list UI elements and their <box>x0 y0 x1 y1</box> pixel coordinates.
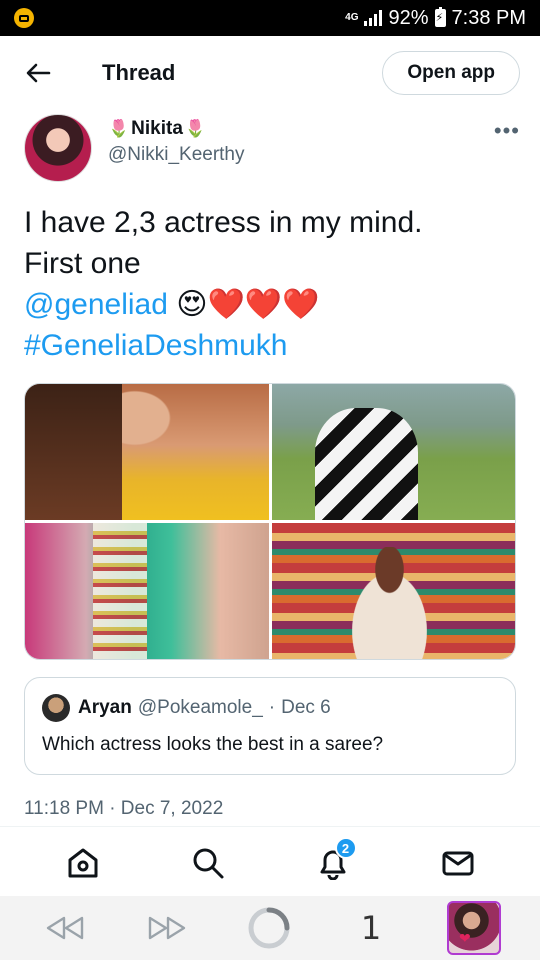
home-icon <box>68 848 97 878</box>
clock: 7:38 PM <box>451 6 526 29</box>
tweet-photo-2[interactable] <box>271 384 515 520</box>
heart-emoji-icon: ❤️ <box>207 288 245 321</box>
nav-notifications[interactable]: 2 <box>311 837 357 885</box>
more-icon[interactable]: ••• <box>494 118 520 186</box>
nav-messages[interactable] <box>436 841 480 885</box>
thread-header: Thread Open app <box>0 36 540 110</box>
battery-percent: 92% <box>388 6 429 29</box>
tweet-line-1: I have 2,3 actress in my mind. <box>24 206 423 239</box>
author-name[interactable]: 🌷 Nikita 🌷 <box>108 118 245 140</box>
browser-bottom-bar: 1 <box>0 896 540 960</box>
search-icon <box>193 848 223 879</box>
tweet-line-3: @geneliad 😍❤️❤️❤️ <box>24 284 520 325</box>
loading-circle-icon <box>248 907 290 949</box>
author-info: 🌷 Nikita 🌷 @Nikki_Keerthy <box>108 118 245 186</box>
quoted-tweet-header: Aryan @Pokeamole_ · Dec 6 <box>42 694 498 722</box>
avatar[interactable] <box>24 114 92 182</box>
page-title: Thread <box>102 60 176 85</box>
back-button[interactable] <box>20 55 56 91</box>
notification-count-badge: 2 <box>334 837 357 859</box>
tweet-media-grid <box>24 383 516 660</box>
quoted-author-handle: @Pokeamole_ <box>137 697 263 718</box>
open-app-button[interactable]: Open app <box>382 51 520 95</box>
mention-link[interactable]: @geneliad <box>24 288 168 321</box>
bottom-nav: 2 <box>0 830 540 896</box>
tab-count: 1 <box>360 909 382 947</box>
author-display-name: Nikita <box>131 118 183 139</box>
tulip-emoji-icon: 🌷 <box>184 119 207 138</box>
rewind-icon <box>46 916 84 940</box>
hashtag-link[interactable]: #GeneliaDeshmukh <box>24 325 520 366</box>
profile-thumbnail[interactable] <box>447 901 501 955</box>
quoted-separator: · <box>268 697 276 718</box>
tweet-text: I have 2,3 actress in my mind. First one… <box>24 202 520 366</box>
quoted-avatar <box>42 694 70 722</box>
loading-button[interactable] <box>243 902 295 954</box>
quoted-date: Dec 6 <box>281 697 331 718</box>
tweet-line-2: First one <box>24 247 141 280</box>
tweet-photo-1[interactable] <box>25 384 269 520</box>
tweet-photo-3[interactable] <box>25 523 269 659</box>
fast-forward-icon <box>148 916 186 940</box>
signal-icon <box>364 10 383 26</box>
quoted-tweet[interactable]: Aryan @Pokeamole_ · Dec 6 Which actress … <box>24 677 516 775</box>
quoted-author-name: Aryan <box>78 697 132 718</box>
app-notification-icon <box>14 8 34 28</box>
nav-home[interactable] <box>61 841 105 885</box>
network-type: 4G <box>345 12 359 23</box>
back-arrow-icon <box>26 63 51 83</box>
heart-eyes-emoji-icon: 😍 <box>176 288 208 321</box>
messages-icon <box>442 851 473 876</box>
status-bar: 4G 92% 7:38 PM <box>0 0 540 36</box>
status-right: 4G 92% 7:38 PM <box>345 7 526 30</box>
tweet-author: 🌷 Nikita 🌷 @Nikki_Keerthy ••• <box>24 114 520 186</box>
nav-search[interactable] <box>186 841 230 885</box>
tab-switcher-button[interactable]: 1 <box>345 902 397 954</box>
rewind-button[interactable] <box>39 902 91 954</box>
tweet-timestamp[interactable]: 11:18 PM · Dec 7, 2022 <box>24 798 223 820</box>
quoted-tweet-text: Which actress looks the best in a saree? <box>42 734 384 755</box>
battery-icon <box>434 7 446 27</box>
heart-emoji-icon: ❤️ <box>282 288 320 321</box>
heart-emoji-icon: ❤️ <box>244 288 283 321</box>
divider <box>0 826 540 827</box>
fast-forward-button[interactable] <box>141 902 193 954</box>
tulip-emoji-icon: 🌷 <box>108 119 130 138</box>
author-handle[interactable]: @Nikki_Keerthy <box>108 144 245 166</box>
tweet-photo-4[interactable] <box>271 523 515 659</box>
